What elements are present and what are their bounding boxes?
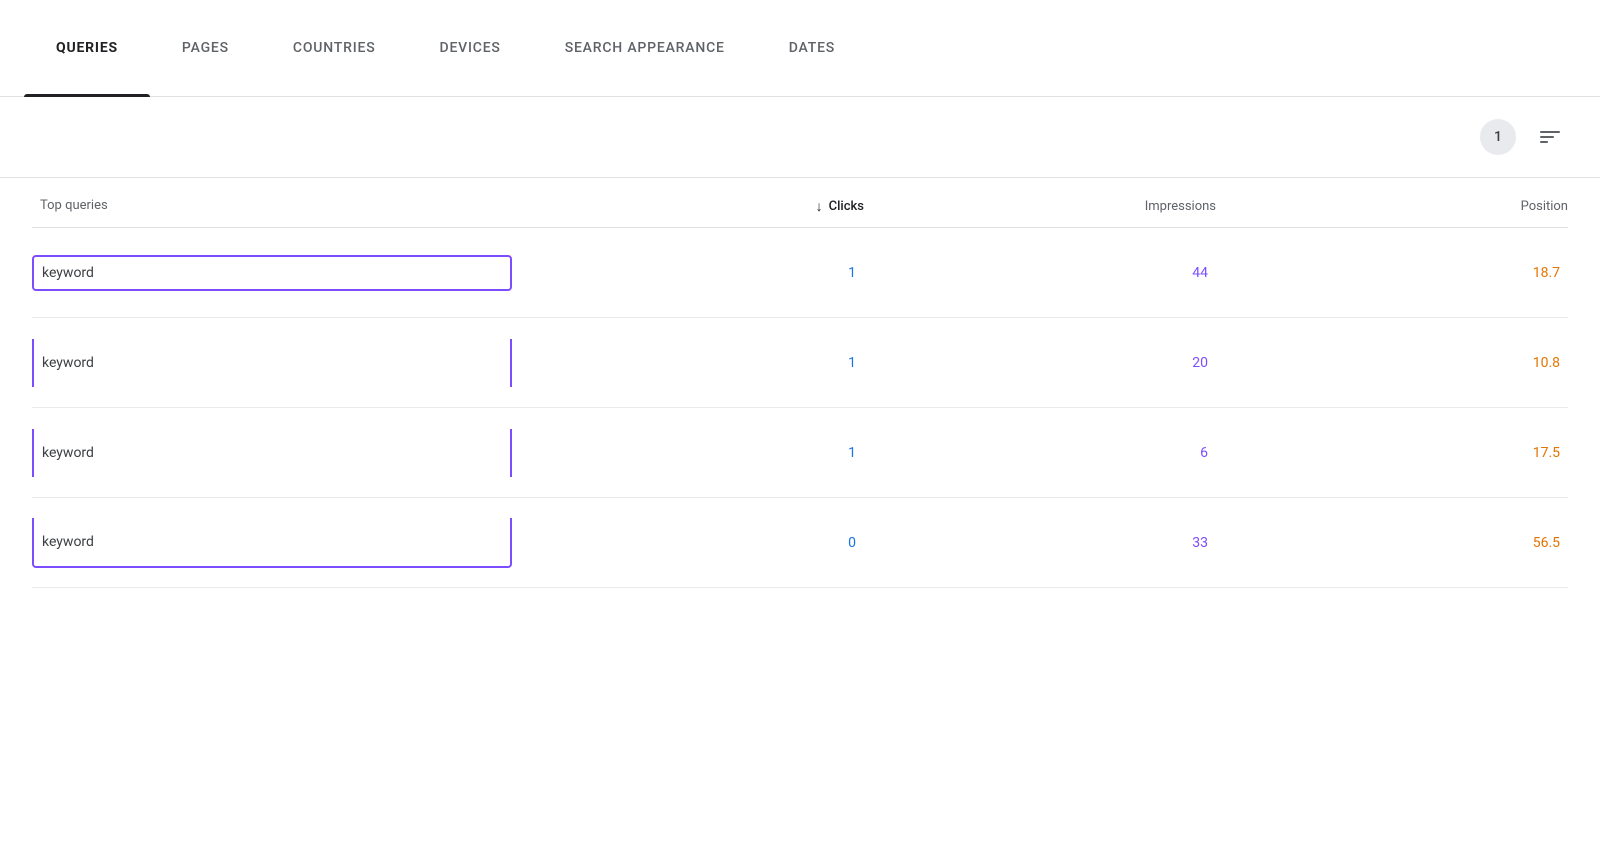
table-row: keyword 1 44 18.7 <box>32 228 1568 318</box>
col-header-position[interactable]: Position <box>1216 198 1568 215</box>
tab-dates[interactable]: DATES <box>757 0 867 97</box>
clicks-value-0: 1 <box>512 265 864 281</box>
tab-devices[interactable]: DEVICES <box>408 0 533 97</box>
toolbar: 1 <box>0 97 1600 177</box>
table-row: keyword 0 33 56.5 <box>32 498 1568 588</box>
query-cell-3[interactable]: keyword <box>32 518 512 568</box>
impressions-value-1: 20 <box>864 355 1216 371</box>
position-value-0: 18.7 <box>1216 265 1568 281</box>
data-table: Top queries ↓ Clicks Impressions Positio… <box>0 178 1600 588</box>
position-value-3: 56.5 <box>1216 535 1568 551</box>
table-row: keyword 1 20 10.8 <box>32 318 1568 408</box>
impressions-value-0: 44 <box>864 265 1216 281</box>
tab-pages[interactable]: PAGES <box>150 0 261 97</box>
col-header-impressions[interactable]: Impressions <box>864 198 1216 215</box>
impressions-value-2: 6 <box>864 445 1216 461</box>
col-header-query: Top queries <box>32 198 512 215</box>
position-value-1: 10.8 <box>1216 355 1568 371</box>
impressions-value-3: 33 <box>864 535 1216 551</box>
query-cell-selected[interactable]: keyword <box>32 251 512 295</box>
sort-arrow-icon: ↓ <box>816 198 823 215</box>
selected-query-highlight: keyword <box>32 255 512 291</box>
filter-icon-button[interactable] <box>1532 119 1568 155</box>
clicks-value-1: 1 <box>512 355 864 371</box>
table-row: keyword 1 6 17.5 <box>32 408 1568 498</box>
query-cell-2[interactable]: keyword <box>32 429 512 477</box>
position-value-2: 17.5 <box>1216 445 1568 461</box>
tab-search-appearance[interactable]: SEARCH APPEARANCE <box>533 0 757 97</box>
filter-count-badge[interactable]: 1 <box>1480 119 1516 155</box>
clicks-value-2: 1 <box>512 445 864 461</box>
clicks-value-3: 0 <box>512 535 864 551</box>
tab-queries[interactable]: QUERIES <box>24 0 150 97</box>
query-cell-1[interactable]: keyword <box>32 339 512 387</box>
tab-countries[interactable]: COUNTRIES <box>261 0 408 97</box>
tabs-navigation: QUERIES PAGES COUNTRIES DEVICES SEARCH A… <box>0 0 1600 97</box>
filter-lines-icon <box>1540 131 1560 143</box>
col-header-clicks[interactable]: ↓ Clicks <box>512 198 864 215</box>
table-header: Top queries ↓ Clicks Impressions Positio… <box>32 178 1568 228</box>
